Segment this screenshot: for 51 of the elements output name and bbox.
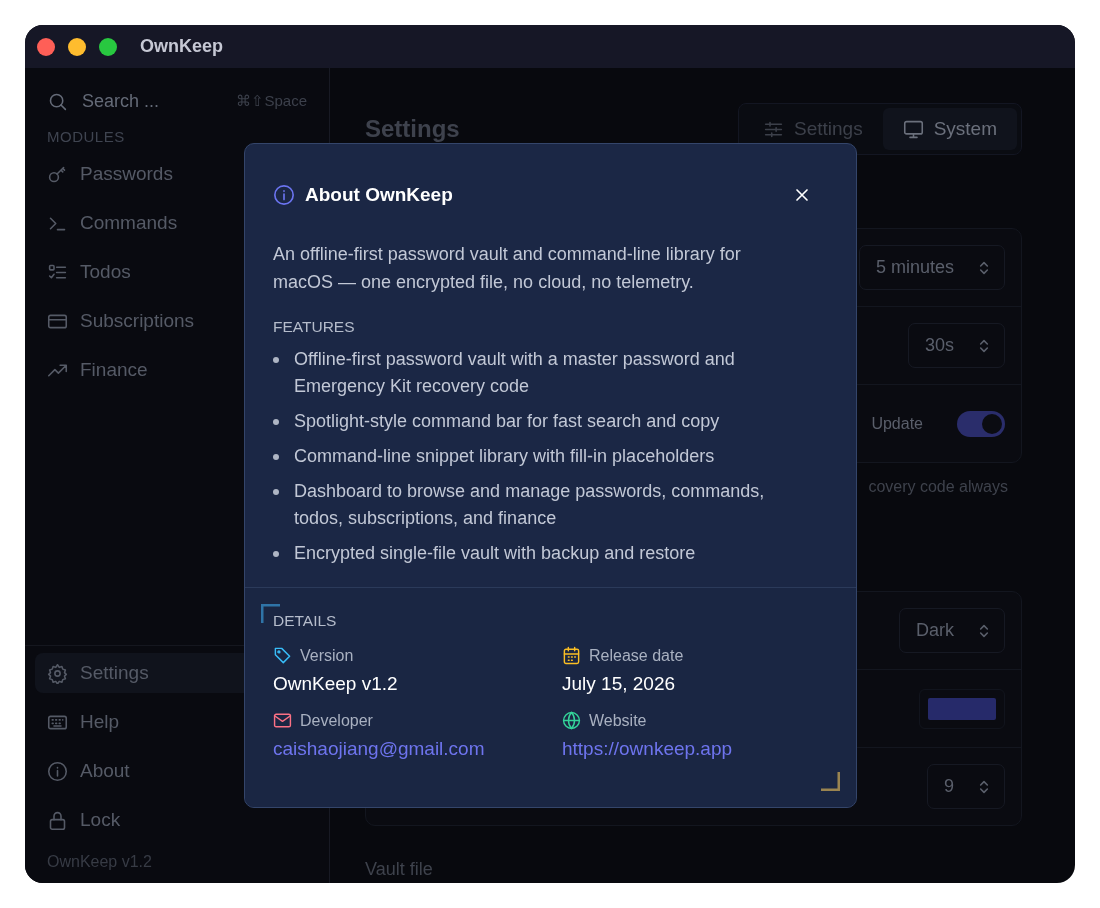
tab[interactable]: System — [882, 108, 1017, 150]
globe-icon — [562, 711, 581, 730]
section-label: FEATURES — [273, 318, 356, 336]
section-label: Vault file — [365, 859, 434, 880]
tab[interactable]: Settings — [743, 108, 883, 150]
select-field[interactable]: Dark — [899, 608, 1005, 653]
select-field[interactable]: 30s — [907, 323, 1005, 368]
tag-icon — [273, 646, 292, 665]
section-label: DETAILS — [273, 612, 338, 630]
feature-text: Command-line snippet library with fill-in placeholders — [294, 445, 715, 468]
close-window-button[interactable] — [37, 37, 55, 56]
gear-icon — [47, 662, 68, 684]
feature-text: Dashboard to browse and manage passwords, commands, todos, subscriptions, and finance — [294, 480, 766, 530]
corner-accent — [820, 771, 840, 791]
zoom-window-button[interactable] — [99, 37, 117, 56]
info-icon — [47, 760, 68, 782]
sidebar-item[interactable]: Commands — [35, 203, 319, 243]
feature-text: Spotlight-style command bar for fast search and copy — [294, 410, 720, 433]
mail-icon — [273, 711, 292, 730]
shortcut-hint: ⌘⇧Space — [236, 92, 307, 110]
minimize-window-button[interactable] — [68, 37, 86, 56]
section-label: MODULES — [46, 128, 126, 145]
window-title: OwnKeep — [140, 36, 223, 57]
bullet-icon — [273, 454, 279, 460]
info-icon — [273, 184, 295, 206]
select-field[interactable]: 5 minutes — [858, 245, 1005, 290]
toggle-switch[interactable] — [957, 410, 1005, 437]
detail-value: July 15, 2026 — [562, 673, 677, 695]
bullet-icon — [273, 357, 279, 363]
dialog-title: About OwnKeep — [305, 184, 453, 206]
bullet-icon — [273, 551, 279, 557]
hint-text: covery code always — [868, 478, 1008, 496]
color-picker[interactable] — [919, 688, 1005, 729]
detail-label: Release date — [589, 646, 684, 665]
select-field[interactable]: 9 — [927, 764, 1005, 809]
search-field[interactable]: Search ... — [80, 89, 214, 113]
bullet-icon — [273, 419, 279, 425]
page-heading: Settings — [365, 115, 460, 143]
sidebar-item[interactable]: Lock — [35, 800, 319, 840]
description-text: An offline-first password vault and command-line library for macOS — one encrypted file, no cloud, no telemetry. — [273, 243, 742, 294]
row-label: Update — [871, 414, 923, 433]
detail-link[interactable]: https://ownkeep.app — [562, 738, 828, 760]
detail-label: Website — [589, 711, 647, 730]
detail-link[interactable]: caishaojiang@gmail.com — [273, 738, 562, 760]
detail-label: Developer — [300, 711, 373, 730]
lock-icon — [47, 809, 68, 831]
bullet-icon — [273, 489, 279, 495]
feature-text: Encrypted single-file vault with backup and restore — [294, 542, 696, 565]
feature-text: Offline-first password vault with a master password and Emergency Kit recovery code — [294, 348, 736, 398]
monitor-icon — [902, 118, 924, 140]
calendar-icon — [562, 646, 581, 665]
